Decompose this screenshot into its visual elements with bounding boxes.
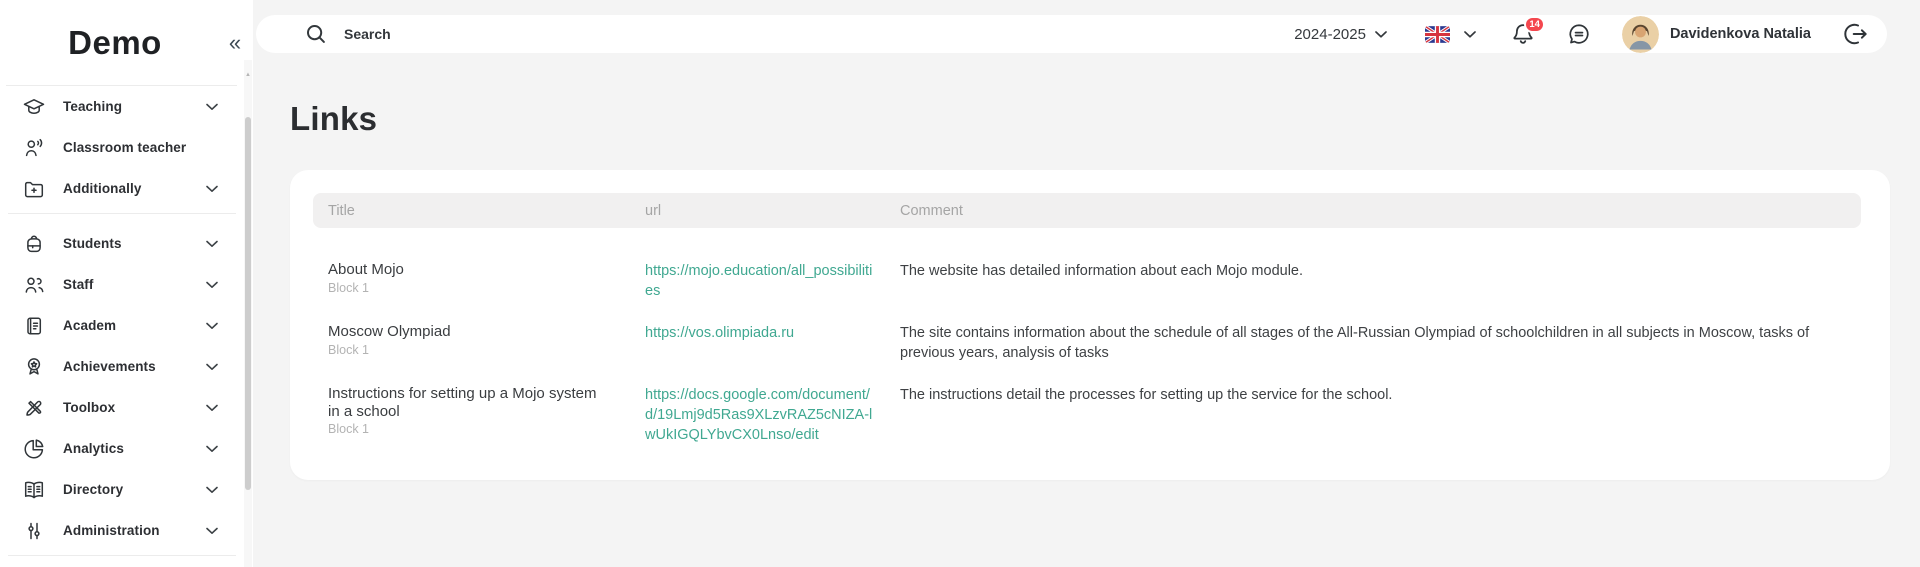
chevron-down-icon <box>1464 25 1476 43</box>
link-comment: The instructions detail the processes fo… <box>900 385 1861 445</box>
link-block-label: Block 1 <box>328 280 605 297</box>
notifications-button[interactable]: 14 <box>1510 21 1536 47</box>
table-row: About Mojo Block 1 https://mojo.educatio… <box>313 250 1861 312</box>
sidebar-item-staff[interactable]: Staff <box>0 264 244 305</box>
user-name[interactable]: Davidenkova Natalia <box>1670 26 1811 42</box>
sidebar-item-label: Achievements <box>63 359 156 374</box>
chevron-down-icon <box>206 240 218 247</box>
notification-count-badge: 14 <box>1524 16 1545 33</box>
chevron-down-icon <box>206 404 218 411</box>
sidebar-item-directory[interactable]: Directory <box>0 469 244 510</box>
sidebar-scrollbar-thumb[interactable] <box>245 117 251 490</box>
table-header-row: Title url Comment <box>313 193 1861 228</box>
chevron-down-icon <box>206 281 218 288</box>
search-icon <box>304 22 328 46</box>
graduation-cap-icon <box>22 95 46 119</box>
logout-button[interactable] <box>1841 20 1869 48</box>
chevron-down-icon <box>206 486 218 493</box>
app-window: Demo « Teaching Classroom teacher <box>0 0 1920 567</box>
table-body: About Mojo Block 1 https://mojo.educatio… <box>313 228 1861 456</box>
academic-year-value: 2024-2025 <box>1294 26 1366 43</box>
sidebar-item-students[interactable]: Students <box>0 223 244 264</box>
links-card: Title url Comment About Mojo Block 1 htt… <box>290 170 1890 480</box>
column-header-url: url <box>645 203 900 219</box>
sidebar-item-label: Staff <box>63 277 94 292</box>
sidebar-item-academ[interactable]: Academ <box>0 305 244 346</box>
academic-year-dropdown[interactable]: 2024-2025 <box>1294 25 1387 43</box>
user-avatar[interactable] <box>1622 16 1659 53</box>
scroll-up-arrow-icon[interactable]: ▲ <box>244 72 252 78</box>
language-dropdown[interactable] <box>1425 25 1476 43</box>
sidebar-scrollbar[interactable]: ▲ <box>244 60 252 567</box>
pie-chart-icon <box>22 437 46 461</box>
divider <box>8 555 236 556</box>
sidebar-item-label: Academ <box>63 318 116 333</box>
backpack-icon <box>22 232 46 256</box>
messages-button[interactable] <box>1566 21 1592 47</box>
sidebar-nav: Teaching Classroom teacher Additionally <box>0 86 244 556</box>
link-url[interactable]: https://vos.olimpiada.ru <box>645 323 880 343</box>
app-logo: Demo <box>0 24 230 62</box>
logout-icon <box>1841 20 1869 48</box>
sidebar: Demo « Teaching Classroom teacher <box>0 0 253 567</box>
journal-icon <box>22 314 46 338</box>
table-row: Moscow Olympiad Block 1 https://vos.olim… <box>313 312 1861 374</box>
sidebar-item-additionally[interactable]: Additionally <box>0 168 244 209</box>
sidebar-item-classroom-teacher[interactable]: Classroom teacher <box>0 127 244 168</box>
link-title: Instructions for setting up a Mojo syste… <box>328 385 605 420</box>
link-url[interactable]: https://docs.google.com/document/d/19Lmj… <box>645 385 880 445</box>
chevron-down-icon <box>206 322 218 329</box>
link-block-label: Block 1 <box>328 421 605 438</box>
column-header-title: Title <box>313 203 645 219</box>
column-header-comment: Comment <box>900 203 1861 219</box>
open-book-icon <box>22 478 46 502</box>
link-title: About Mojo <box>328 261 605 279</box>
sidebar-item-label: Administration <box>63 523 160 538</box>
sidebar-collapse-button[interactable]: « <box>222 30 248 56</box>
sidebar-item-label: Additionally <box>63 181 141 196</box>
sidebar-item-label: Students <box>63 236 122 251</box>
sidebar-item-analytics[interactable]: Analytics <box>0 428 244 469</box>
medal-icon <box>22 355 46 379</box>
chevron-down-icon <box>206 527 218 534</box>
search-input[interactable]: Search <box>304 22 391 46</box>
sidebar-item-label: Classroom teacher <box>63 140 186 155</box>
sidebar-item-label: Teaching <box>63 99 122 114</box>
chevron-down-icon <box>206 103 218 110</box>
sidebar-item-label: Directory <box>63 482 123 497</box>
chevron-down-icon <box>206 363 218 370</box>
sidebar-item-teaching[interactable]: Teaching <box>0 86 244 127</box>
sidebar-item-toolbox[interactable]: Toolbox <box>0 387 244 428</box>
tools-icon <box>22 396 46 420</box>
sliders-icon <box>22 519 46 543</box>
sidebar-item-achievements[interactable]: Achievements <box>0 346 244 387</box>
link-comment: The site contains information about the … <box>900 323 1861 363</box>
people-icon <box>22 273 46 297</box>
chevron-down-icon <box>1375 25 1387 43</box>
link-url[interactable]: https://mojo.education/all_possibilities <box>645 261 880 301</box>
uk-flag-icon <box>1425 26 1450 43</box>
link-title: Moscow Olympiad <box>328 323 605 341</box>
chat-icon <box>1566 21 1592 47</box>
search-placeholder: Search <box>344 26 391 42</box>
person-speaking-icon <box>22 136 46 160</box>
sidebar-item-administration[interactable]: Administration <box>0 510 244 551</box>
top-header-bar: Search 2024-2025 14 Davidenk <box>256 15 1887 53</box>
table-row: Instructions for setting up a Mojo syste… <box>313 374 1861 456</box>
link-comment: The website has detailed information abo… <box>900 261 1861 301</box>
chevron-down-icon <box>206 185 218 192</box>
sidebar-item-label: Analytics <box>63 441 124 456</box>
divider <box>8 213 236 214</box>
sidebar-item-label: Toolbox <box>63 400 115 415</box>
chevron-down-icon <box>206 445 218 452</box>
page-title: Links <box>290 100 377 138</box>
link-block-label: Block 1 <box>328 342 605 359</box>
folder-plus-icon <box>22 177 46 201</box>
